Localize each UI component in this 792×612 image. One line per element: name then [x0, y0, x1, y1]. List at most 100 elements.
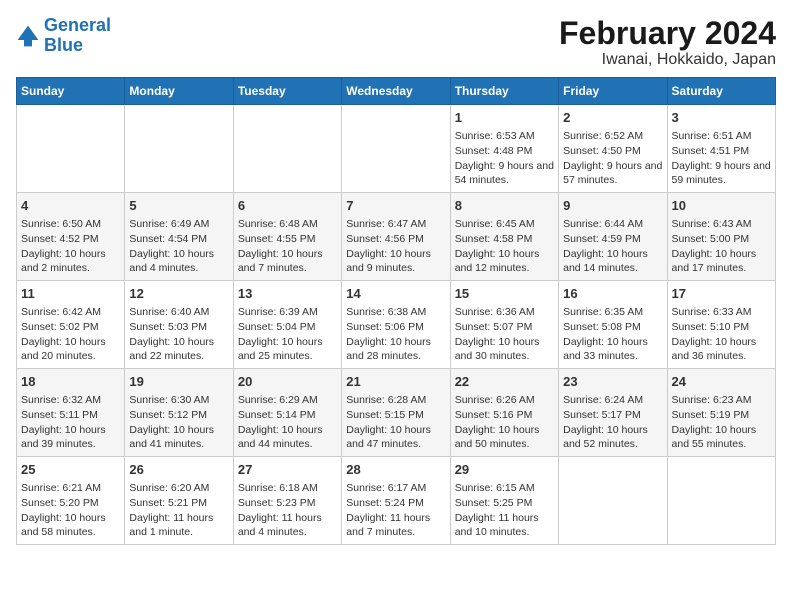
daylight-text: Daylight: 10 hours and 47 minutes. — [346, 424, 431, 451]
page-subtitle: Iwanai, Hokkaido, Japan — [559, 51, 776, 69]
table-row: 24Sunrise: 6:23 AMSunset: 5:19 PMDayligh… — [667, 369, 775, 457]
calendar-body: 1 Sunrise: 6:53 AM Sunset: 4:48 PM Daylight… — [17, 105, 776, 545]
daylight-text: Daylight: 10 hours and 39 minutes. — [21, 424, 106, 451]
sunset-text: Sunset: 5:10 PM — [672, 321, 750, 333]
daylight-text: Daylight: 10 hours and 33 minutes. — [563, 336, 648, 363]
sunrise-text: Sunrise: 6:23 AM — [672, 394, 752, 406]
daylight-text: Daylight: 10 hours and 12 minutes. — [455, 248, 540, 275]
sunrise-text: Sunrise: 6:53 AM — [455, 130, 535, 142]
table-row: 27Sunrise: 6:18 AMSunset: 5:23 PMDayligh… — [233, 456, 341, 544]
table-row: 28Sunrise: 6:17 AMSunset: 5:24 PMDayligh… — [342, 456, 450, 544]
day-number: 22 — [455, 373, 554, 391]
sunrise-text: Sunrise: 6:39 AM — [238, 306, 318, 318]
sunset-text: Sunset: 5:06 PM — [346, 321, 424, 333]
table-row: 19Sunrise: 6:30 AMSunset: 5:12 PMDayligh… — [125, 369, 233, 457]
sunrise-text: Sunrise: 6:51 AM — [672, 130, 752, 142]
sunrise-text: Sunrise: 6:28 AM — [346, 394, 426, 406]
day-number: 9 — [563, 197, 662, 215]
sunset-text: Sunset: 5:21 PM — [129, 497, 207, 509]
table-row: 21 Sunrise: 6:28 AM Sunset: 5:15 PM Dayligh… — [342, 369, 450, 457]
day-number: 16 — [563, 285, 662, 303]
day-number: 20 — [238, 373, 337, 391]
sunset-text: Sunset: 5:20 PM — [21, 497, 99, 509]
table-row — [17, 105, 125, 193]
sunrise-text: Sunrise: 6:29 AM — [238, 394, 318, 406]
day-number: 23 — [563, 373, 662, 391]
sunset-text: Sunset: 4:50 PM — [563, 145, 641, 157]
day-number: 5 — [129, 197, 228, 215]
daylight-text: Daylight: 10 hours and 55 minutes. — [672, 424, 757, 451]
sunset-text: Sunset: 4:58 PM — [455, 233, 533, 245]
sunrise-text: Sunrise: 6:21 AM — [21, 482, 101, 494]
day-number: 1 — [455, 109, 554, 127]
daylight-text: Daylight: 10 hours and 22 minutes. — [129, 336, 214, 363]
sunrise-text: Sunrise: 6:15 AM — [455, 482, 535, 494]
table-row: 12 Sunrise: 6:40 AM Sunset: 5:03 PM Dayligh… — [125, 281, 233, 369]
day-number: 21 — [346, 373, 445, 391]
daylight-text: Daylight: 10 hours and 44 minutes. — [238, 424, 323, 451]
daylight-text: Daylight: 10 hours and 28 minutes. — [346, 336, 431, 363]
table-row: 10Sunrise: 6:43 AMSunset: 5:00 PMDayligh… — [667, 193, 775, 281]
sunset-text: Sunset: 5:11 PM — [21, 409, 98, 421]
day-number: 12 — [129, 285, 228, 303]
sunrise-text: Sunrise: 6:52 AM — [563, 130, 643, 142]
table-row: 23Sunrise: 6:24 AMSunset: 5:17 PMDayligh… — [559, 369, 667, 457]
table-row — [233, 105, 341, 193]
table-row: 5Sunrise: 6:49 AMSunset: 4:54 PMDaylight… — [125, 193, 233, 281]
table-row — [559, 456, 667, 544]
daylight-text: Daylight: 10 hours and 41 minutes. — [129, 424, 214, 451]
sunset-text: Sunset: 5:03 PM — [129, 321, 207, 333]
day-number: 15 — [455, 285, 554, 303]
sunset-text: Sunset: 5:07 PM — [455, 321, 533, 333]
day-number: 2 — [563, 109, 662, 127]
day-number: 8 — [455, 197, 554, 215]
day-number: 28 — [346, 461, 445, 479]
daylight-text: Daylight: 10 hours and 25 minutes. — [238, 336, 323, 363]
sunrise-text: Sunrise: 6:40 AM — [129, 306, 209, 318]
sunrise-text: Sunrise: 6:47 AM — [346, 218, 426, 230]
daylight-text: Daylight: 10 hours and 36 minutes. — [672, 336, 757, 363]
sunset-text: Sunset: 5:02 PM — [21, 321, 99, 333]
sunset-text: Sunset: 4:52 PM — [21, 233, 99, 245]
sunrise-text: Sunrise: 6:50 AM — [21, 218, 101, 230]
table-row: 25 Sunrise: 6:21 AM Sunset: 5:20 PM Dayligh… — [17, 456, 125, 544]
daylight-text: Daylight: 10 hours and 30 minutes. — [455, 336, 540, 363]
sunset-text: Sunset: 4:51 PM — [672, 145, 750, 157]
table-row: 20Sunrise: 6:29 AMSunset: 5:14 PMDayligh… — [233, 369, 341, 457]
calendar-header: Sunday Monday Tuesday Wednesday Thursday… — [17, 78, 776, 105]
day-number: 4 — [21, 197, 120, 215]
calendar-table: Sunday Monday Tuesday Wednesday Thursday… — [16, 77, 776, 545]
sunrise-text: Sunrise: 6:43 AM — [672, 218, 752, 230]
table-row: 14Sunrise: 6:38 AMSunset: 5:06 PMDayligh… — [342, 281, 450, 369]
daylight-text: Daylight: 9 hours and 54 minutes. — [455, 160, 554, 187]
daylight-text: Daylight: 10 hours and 2 minutes. — [21, 248, 106, 275]
day-number: 27 — [238, 461, 337, 479]
day-number: 10 — [672, 197, 771, 215]
day-number: 11 — [21, 285, 120, 303]
daylight-text: Daylight: 10 hours and 58 minutes. — [21, 512, 106, 539]
sunset-text: Sunset: 5:19 PM — [672, 409, 750, 421]
sunrise-text: Sunrise: 6:42 AM — [21, 306, 101, 318]
sunset-text: Sunset: 4:55 PM — [238, 233, 316, 245]
table-row: 7Sunrise: 6:47 AMSunset: 4:56 PMDaylight… — [342, 193, 450, 281]
sunset-text: Sunset: 5:24 PM — [346, 497, 424, 509]
daylight-text: Daylight: 11 hours and 4 minutes. — [238, 512, 322, 539]
sunset-text: Sunset: 4:48 PM — [455, 145, 533, 157]
daylight-text: Daylight: 11 hours and 1 minute. — [129, 512, 213, 539]
header-monday: Monday — [125, 78, 233, 105]
sunset-text: Sunset: 5:25 PM — [455, 497, 533, 509]
daylight-text: Daylight: 10 hours and 52 minutes. — [563, 424, 648, 451]
sunset-text: Sunset: 5:15 PM — [346, 409, 424, 421]
table-row: 13Sunrise: 6:39 AMSunset: 5:04 PMDayligh… — [233, 281, 341, 369]
sunrise-text: Sunrise: 6:44 AM — [563, 218, 643, 230]
day-number: 17 — [672, 285, 771, 303]
table-row: 2Sunrise: 6:52 AMSunset: 4:50 PMDaylight… — [559, 105, 667, 193]
day-number: 13 — [238, 285, 337, 303]
sunrise-text: Sunrise: 6:17 AM — [346, 482, 426, 494]
day-number: 25 — [21, 461, 120, 479]
sunrise-text: Sunrise: 6:24 AM — [563, 394, 643, 406]
table-row: 1 Sunrise: 6:53 AM Sunset: 4:48 PM Daylight… — [450, 105, 558, 193]
day-number: 14 — [346, 285, 445, 303]
sunset-text: Sunset: 5:12 PM — [129, 409, 207, 421]
sunrise-text: Sunrise: 6:48 AM — [238, 218, 318, 230]
